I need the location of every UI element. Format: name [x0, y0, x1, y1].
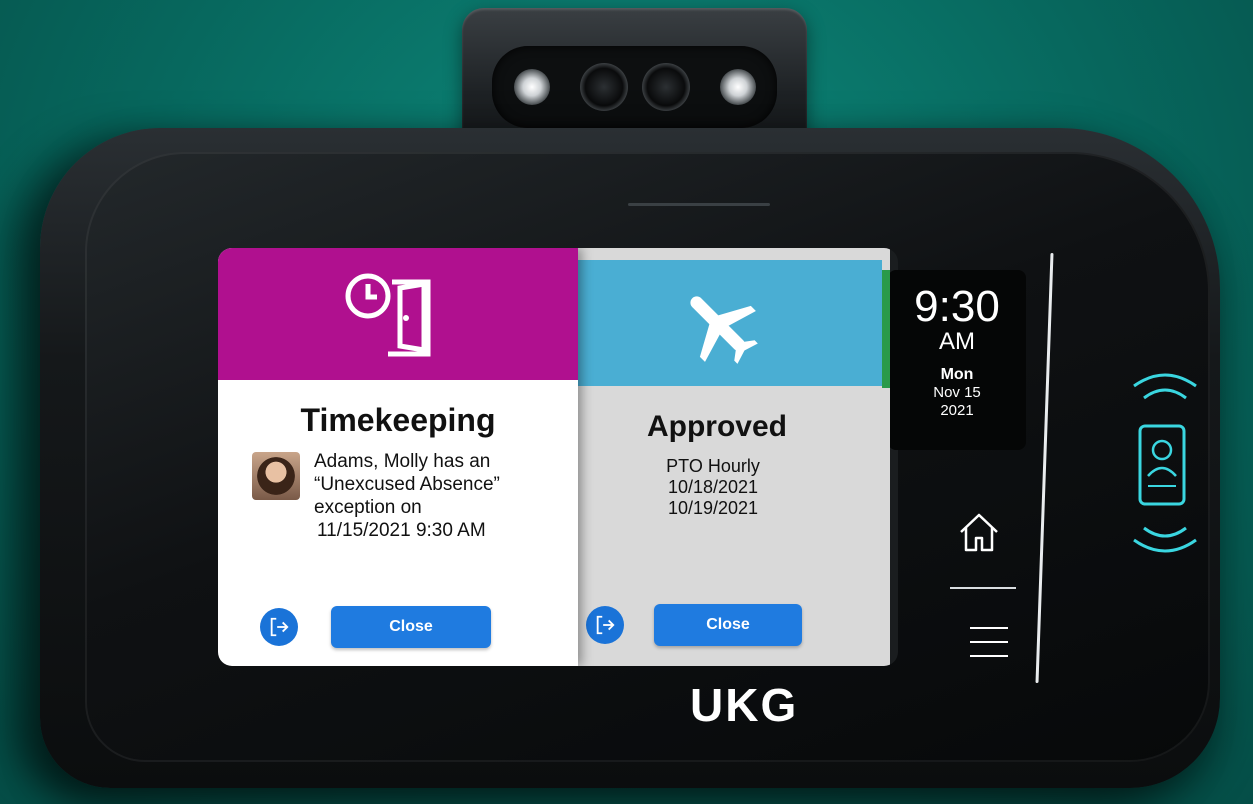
clock-door-icon [345, 273, 431, 357]
timekeeping-card: Timekeeping Adams, Molly has an “Unexcus… [218, 248, 578, 666]
home-icon[interactable] [955, 508, 1003, 556]
hamburger-menu-icon[interactable] [968, 622, 1012, 662]
message-line: 11/15/2021 9:30 AM [317, 520, 486, 541]
employee-avatar [252, 452, 300, 500]
message-line: Adams, Molly has an [314, 451, 491, 472]
pto-start-date: 10/18/2021 [667, 477, 759, 497]
approved-title: Approved [646, 410, 787, 443]
camera-lens-right [642, 63, 690, 111]
card-accent-strip [882, 270, 890, 388]
approved-close-button[interactable]: Close [654, 604, 802, 646]
message-line: exception on [314, 497, 422, 518]
timekeeping-card-header [218, 248, 578, 380]
message-line: “Unexcused Absence” [314, 474, 500, 495]
camera-light-left [514, 69, 550, 105]
brand-logo: UKG [690, 679, 799, 731]
approved-card: Approved PTO Hourly 10/18/2021 10/19/202… [544, 248, 890, 666]
pto-type: PTO Hourly [666, 456, 760, 476]
camera-light-right [720, 69, 756, 105]
timekeeping-title: Timekeeping [300, 402, 496, 438]
speaker-slot [628, 203, 770, 206]
clock-year: 2021 [940, 402, 974, 419]
clock-panel: 9:30 AM Mon Nov 15 2021 [888, 270, 1026, 450]
camera-module [462, 8, 807, 148]
badge-reader-icon[interactable] [1120, 368, 1210, 578]
pto-end-date: 10/19/2021 [667, 498, 759, 518]
clock-ampm: AM [939, 328, 975, 355]
exit-icon [270, 617, 289, 637]
clock-weekday: Mon [940, 366, 974, 383]
exit-icon [596, 615, 615, 635]
exit-button[interactable] [260, 608, 298, 646]
approved-details: PTO Hourly 10/18/2021 10/19/2021 [544, 456, 882, 519]
clock-date: Nov 15 [933, 384, 981, 401]
exit-button[interactable] [586, 606, 624, 644]
approved-card-header [544, 260, 882, 386]
clock-time: 9:30 [914, 282, 1000, 331]
exception-message: Adams, Molly has an “Unexcused Absence” … [314, 450, 564, 542]
control-divider [950, 587, 1016, 589]
timekeeping-close-button[interactable]: Close [331, 606, 491, 648]
airplane-icon [690, 296, 758, 364]
camera-lens-left [580, 63, 628, 111]
touch-screen: Approved PTO Hourly 10/18/2021 10/19/202… [218, 248, 898, 666]
camera-strip [492, 46, 777, 128]
